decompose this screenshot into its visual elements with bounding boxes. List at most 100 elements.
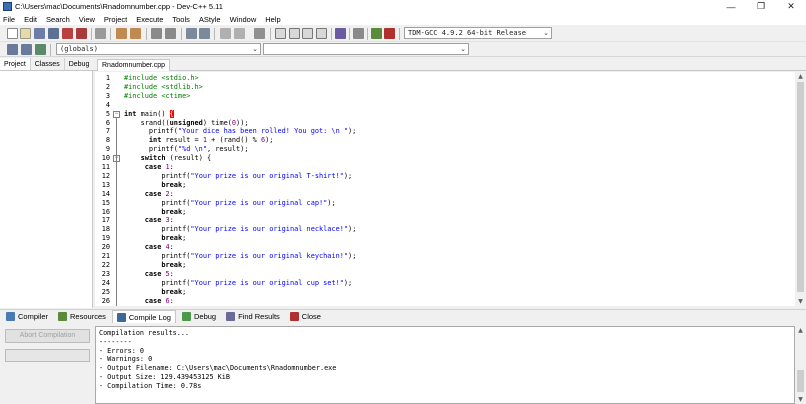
code-token: printf(	[124, 145, 178, 154]
replace-icon[interactable]	[165, 28, 176, 39]
unindent-icon[interactable]	[199, 28, 210, 39]
tab-resources[interactable]: Resources	[54, 310, 110, 323]
log-line: - Output Size: 129.439453125 KiB	[99, 372, 230, 381]
menu-astyle[interactable]: AStyle	[199, 15, 221, 24]
check-syntax-icon[interactable]	[335, 28, 346, 39]
code-line[interactable]: 18 printf("Your prize is our original ne…	[95, 225, 795, 234]
tab-classes[interactable]: Classes	[31, 58, 65, 70]
menu-file[interactable]: File	[3, 15, 15, 24]
tab-close[interactable]: Close	[286, 310, 325, 323]
forward-icon[interactable]	[234, 28, 245, 39]
code-line[interactable]: 7 printf("Your dice has been rolled! You…	[95, 127, 795, 136]
project-options-icon[interactable]	[289, 28, 300, 39]
code-line[interactable]: 3 #include <ctime>	[95, 92, 795, 101]
new-project-icon[interactable]	[275, 28, 286, 39]
code-editor[interactable]: 1 #include <stdio.h> 2 #include <stdlib.h> 3…	[95, 72, 795, 306]
scroll-thumb[interactable]	[797, 370, 804, 392]
scroll-thumb[interactable]	[797, 82, 804, 292]
scroll-down-icon[interactable]: ▼	[795, 395, 806, 404]
code-line[interactable]: 6 srand((unsigned) time(0));	[95, 119, 795, 128]
new-file-icon[interactable]	[7, 28, 18, 39]
code-line[interactable]: 9 printf("%d \n", result);	[95, 145, 795, 154]
scroll-up-icon[interactable]: ▲	[795, 326, 806, 335]
member-select[interactable]: ⌄	[263, 43, 469, 55]
scope-select[interactable]: (globals) ⌄	[56, 43, 261, 55]
menu-edit[interactable]: Edit	[24, 15, 37, 24]
menu-execute[interactable]: Execute	[136, 15, 163, 24]
code-line[interactable]: 16 break;	[95, 208, 795, 217]
code-line[interactable]: 11 case 1:	[95, 163, 795, 172]
code-token: "%d \n"	[177, 145, 207, 154]
back-icon[interactable]	[220, 28, 231, 39]
toggle-bookmark-icon[interactable]	[21, 44, 32, 55]
close-file-icon[interactable]	[62, 28, 73, 39]
minimize-button[interactable]: —	[716, 0, 746, 13]
save-icon[interactable]	[34, 28, 45, 39]
tab-compile-log[interactable]: Compile Log	[111, 310, 176, 323]
scroll-up-icon[interactable]: ▲	[795, 72, 806, 81]
grid-view-icon[interactable]	[316, 28, 327, 39]
profile-icon[interactable]	[371, 28, 382, 39]
code-token: case	[144, 216, 162, 225]
redo-icon[interactable]	[130, 28, 141, 39]
code-line[interactable]: 25 break;	[95, 288, 795, 297]
code-line[interactable]: 13 break;	[95, 181, 795, 190]
tab-find-results[interactable]: Find Results	[222, 310, 284, 323]
abort-compilation-button[interactable]: Abort Compilation	[5, 329, 90, 343]
bottom-tab-label: Compile Log	[128, 312, 171, 322]
code-line[interactable]: 23 case 5:	[95, 270, 795, 279]
menu-search[interactable]: Search	[46, 15, 70, 24]
scope-select-value: (globals)	[60, 45, 98, 53]
find-icon[interactable]	[151, 28, 162, 39]
menu-help[interactable]: Help	[265, 15, 280, 24]
fold-toggle-icon[interactable]: −	[113, 110, 120, 118]
print-icon[interactable]	[95, 28, 106, 39]
menu-window[interactable]: Window	[230, 15, 257, 24]
code-line[interactable]: 4	[95, 101, 795, 110]
bookmark-icon[interactable]	[254, 28, 265, 39]
code-text: break;	[124, 234, 186, 243]
open-file-icon[interactable]	[20, 28, 31, 39]
code-line[interactable]: 20 case 4:	[95, 243, 795, 252]
menu-view[interactable]: View	[79, 15, 95, 24]
scroll-down-icon[interactable]: ▼	[795, 297, 806, 306]
goto-bookmark-icon[interactable]	[35, 44, 46, 55]
code-line[interactable]: 10 switch (result) {	[95, 154, 795, 163]
code-line[interactable]: 2 #include <stdlib.h>	[95, 83, 795, 92]
code-line[interactable]: 24 printf("Your prize is our original cu…	[95, 279, 795, 288]
indent-icon[interactable]	[186, 28, 197, 39]
code-line[interactable]: 21 printf("Your prize is our original ke…	[95, 252, 795, 261]
code-line[interactable]: 22 break;	[95, 261, 795, 270]
maximize-button[interactable]: ❐	[746, 0, 776, 13]
close-window-button[interactable]: ✕	[776, 0, 806, 13]
insert-icon[interactable]	[7, 44, 18, 55]
tab-compiler[interactable]: Compiler	[2, 310, 52, 323]
toolbar-separator	[331, 28, 332, 40]
tab-project[interactable]: Project	[0, 58, 31, 70]
clean-icon[interactable]	[353, 28, 364, 39]
compile-log-output[interactable]: Compilation results... -------- - Errors: …	[95, 326, 795, 404]
debug-stop-icon[interactable]	[384, 28, 395, 39]
code-line[interactable]: 8 int result = 1 + (rand() % 6);	[95, 136, 795, 145]
code-line[interactable]: 12 printf("Your prize is our original T-…	[95, 172, 795, 181]
menu-project[interactable]: Project	[104, 15, 127, 24]
menu-tools[interactable]: Tools	[172, 15, 190, 24]
close-all-icon[interactable]	[76, 28, 87, 39]
code-line[interactable]: 5 int main() {	[95, 109, 795, 119]
code-line[interactable]: 17 case 3:	[95, 216, 795, 225]
undo-icon[interactable]	[116, 28, 127, 39]
code-line[interactable]: 19 break;	[95, 234, 795, 243]
editor-vertical-scrollbar[interactable]: ▲ ▼	[795, 72, 806, 306]
code-line[interactable]: 1 #include <stdio.h>	[95, 74, 795, 83]
code-line[interactable]: 15 printf("Your prize is our original ca…	[95, 199, 795, 208]
code-line[interactable]: 26 case 6:	[95, 297, 795, 306]
class-browser-icon[interactable]	[302, 28, 313, 39]
code-line[interactable]: 14 case 2:	[95, 190, 795, 199]
tab-debug[interactable]: Debug	[65, 58, 95, 70]
tab-rnadomnumber-cpp[interactable]: Rnadomnumber.cpp	[97, 59, 171, 71]
log-vertical-scrollbar[interactable]: ▲ ▼	[795, 326, 806, 404]
tab-debug[interactable]: Debug	[178, 310, 220, 323]
compiler-select[interactable]: TDM-GCC 4.9.2 64-bit Release ⌄	[404, 27, 552, 39]
save-all-icon[interactable]	[48, 28, 59, 39]
code-token: ;	[182, 234, 187, 243]
